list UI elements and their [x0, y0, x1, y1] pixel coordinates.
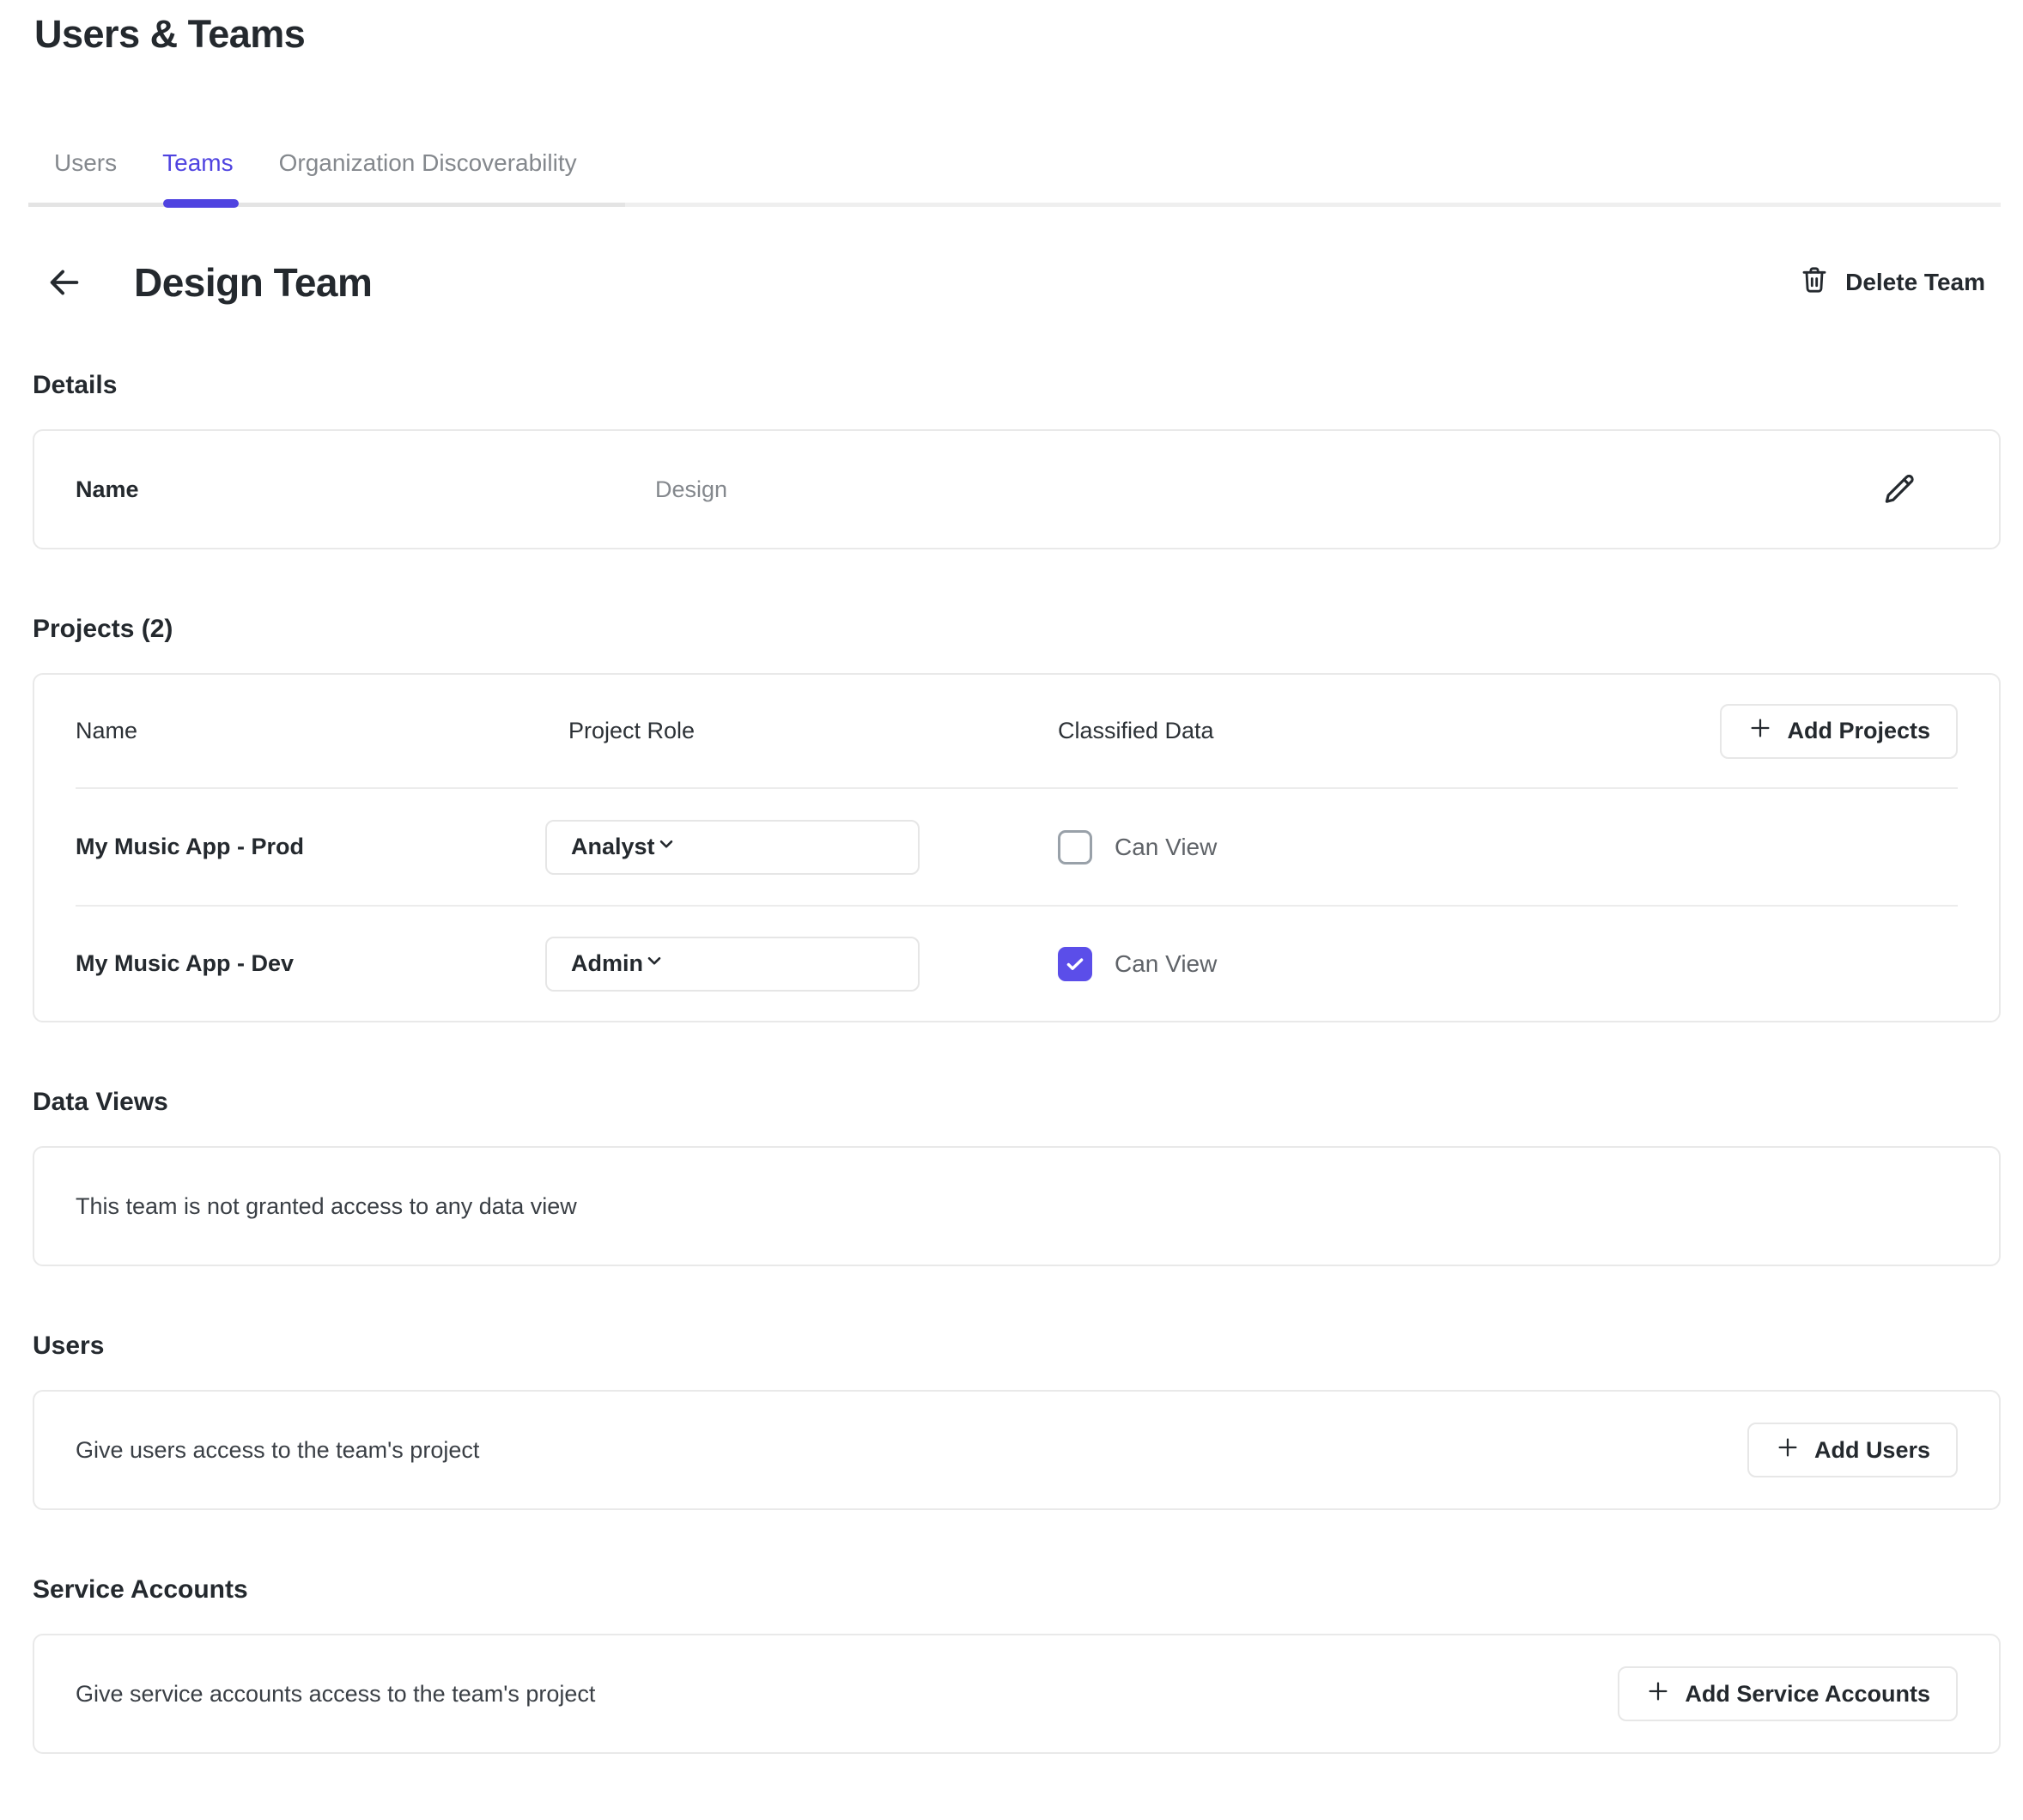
add-service-accounts-button[interactable]: Add Service Accounts — [1618, 1666, 1958, 1721]
project-role-select[interactable]: Admin — [545, 937, 920, 992]
edit-name-button[interactable] — [1882, 471, 1917, 508]
column-header-name: Name — [76, 718, 568, 744]
project-name: My Music App - Dev — [76, 950, 568, 977]
project-row: My Music App - Dev Admin Can View — [76, 905, 1958, 1021]
data-views-empty-text: This team is not granted access to any d… — [76, 1193, 577, 1220]
users-heading: Users — [33, 1328, 2001, 1364]
data-views-heading: Data Views — [33, 1084, 2001, 1120]
add-projects-button[interactable]: Add Projects — [1720, 704, 1958, 759]
add-users-label: Add Users — [1814, 1437, 1930, 1464]
plus-icon — [1775, 1435, 1801, 1466]
service-accounts-empty-text: Give service accounts access to the team… — [76, 1681, 595, 1708]
tab-divider — [33, 203, 2001, 208]
can-view-label: Can View — [1115, 950, 1217, 978]
chevron-down-icon — [643, 949, 665, 978]
tab-users[interactable]: Users — [54, 149, 117, 203]
team-title: Design Team — [134, 259, 372, 306]
chevron-down-icon — [655, 833, 677, 861]
details-card: Name Design — [33, 429, 2001, 549]
projects-card: Name Project Role Classified Data Add Pr… — [33, 673, 2001, 1022]
can-view-label: Can View — [1115, 834, 1217, 861]
checkmark-icon — [1064, 953, 1086, 975]
arrow-left-icon — [45, 292, 84, 305]
name-label: Name — [76, 476, 655, 503]
can-view-checkbox[interactable] — [1058, 947, 1092, 981]
tab-divider-dark — [28, 203, 625, 207]
service-accounts-card: Give service accounts access to the team… — [33, 1634, 2001, 1754]
service-accounts-heading: Service Accounts — [33, 1572, 2001, 1608]
tab-bar: Users Teams Organization Discoverability — [54, 149, 2001, 203]
team-header: Design Team Delete Team — [33, 259, 2001, 306]
plus-icon — [1747, 715, 1773, 747]
delete-team-label: Delete Team — [1845, 269, 1985, 296]
add-users-button[interactable]: Add Users — [1747, 1423, 1958, 1477]
trash-icon — [1799, 264, 1830, 301]
projects-heading: Projects (2) — [33, 611, 2001, 647]
name-value: Design — [655, 476, 1882, 503]
page: Users & Teams Users Teams Organization D… — [0, 0, 2023, 1754]
project-name: My Music App - Prod — [76, 834, 568, 860]
users-empty-text: Give users access to the team's project — [76, 1437, 479, 1464]
delete-team-button[interactable]: Delete Team — [1799, 264, 1985, 301]
users-card: Give users access to the team's project … — [33, 1390, 2001, 1510]
add-service-accounts-label: Add Service Accounts — [1685, 1681, 1930, 1708]
plus-icon — [1645, 1678, 1671, 1710]
column-header-project-role: Project Role — [568, 718, 1058, 744]
project-row: My Music App - Prod Analyst Can View — [76, 789, 1958, 905]
project-role-select[interactable]: Analyst — [545, 820, 920, 875]
tab-teams[interactable]: Teams — [162, 149, 233, 203]
project-role-value: Admin — [571, 950, 643, 977]
pencil-icon — [1882, 495, 1917, 508]
page-title: Users & Teams — [33, 12, 2001, 57]
details-heading: Details — [33, 367, 2001, 403]
add-projects-label: Add Projects — [1787, 718, 1930, 744]
active-tab-underline — [163, 199, 239, 208]
data-views-card: This team is not granted access to any d… — [33, 1146, 2001, 1266]
back-button[interactable] — [45, 263, 84, 302]
column-header-classified-data: Classified Data — [1058, 718, 1720, 744]
projects-table-header: Name Project Role Classified Data Add Pr… — [76, 675, 1958, 789]
project-role-value: Analyst — [571, 834, 655, 860]
can-view-checkbox[interactable] — [1058, 830, 1092, 864]
tab-organization-discoverability[interactable]: Organization Discoverability — [279, 149, 577, 203]
